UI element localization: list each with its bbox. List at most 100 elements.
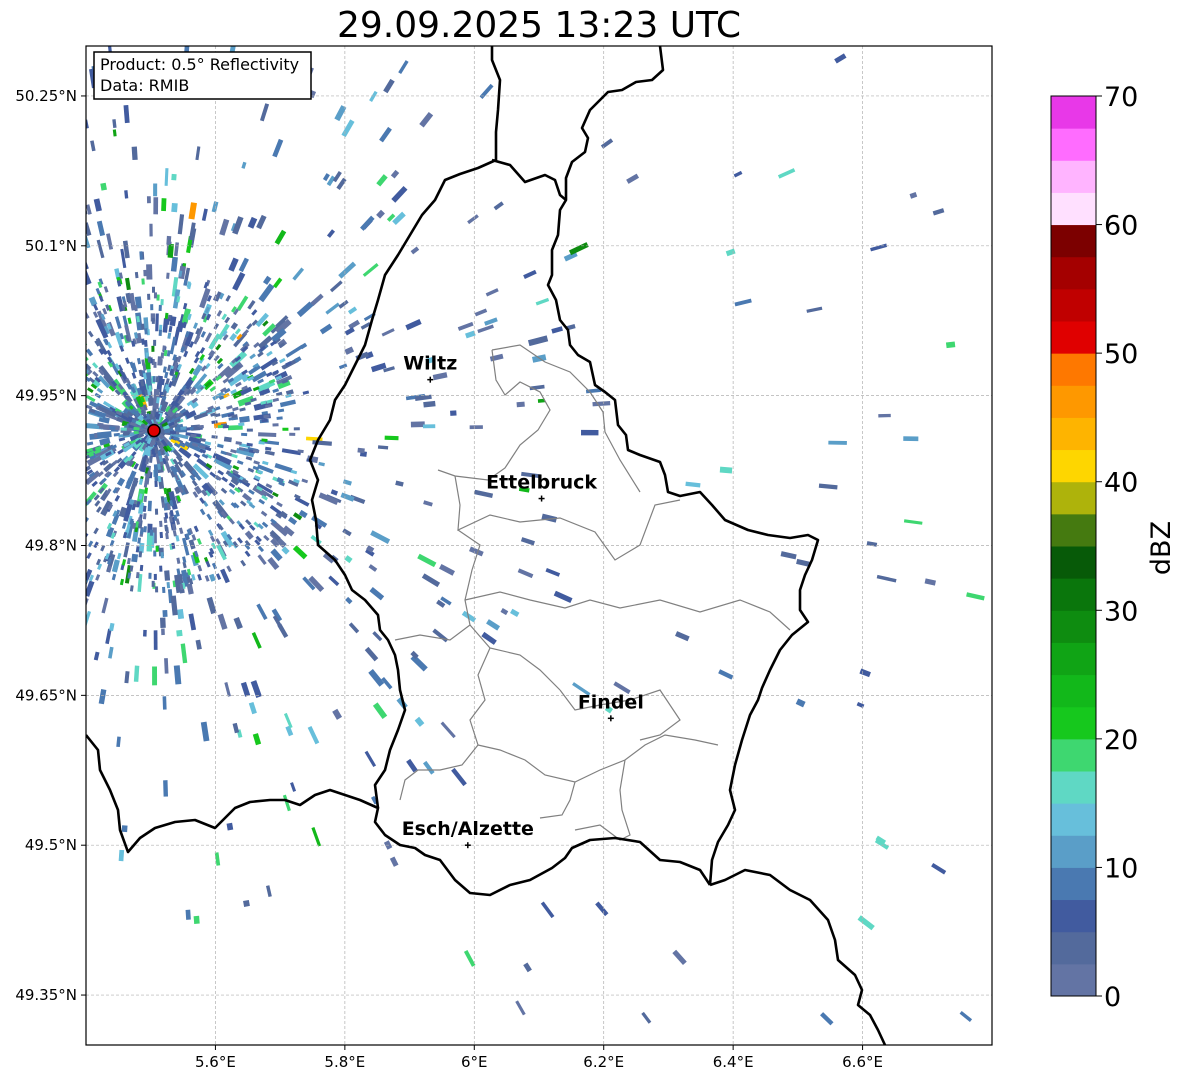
colorbar-segment <box>1051 160 1096 193</box>
echo-cell <box>17 410 23 414</box>
echo-cell <box>78 474 85 480</box>
echo-cell <box>77 354 83 360</box>
echo-cell <box>78 373 85 379</box>
echo-cell <box>410 421 425 428</box>
echo-cell <box>75 524 81 531</box>
echo-cell <box>159 617 166 628</box>
radar-site-marker[interactable] <box>147 423 161 438</box>
echo-cell <box>11 459 18 463</box>
echo-cell <box>171 173 177 181</box>
echo-cell <box>44 350 51 356</box>
echo-cell <box>52 454 59 458</box>
echo-cell <box>72 429 78 432</box>
echo-cell <box>166 581 171 589</box>
echo-cell <box>147 500 152 512</box>
echo-cell <box>38 494 45 500</box>
colorbar-tick-label: 40 <box>1104 468 1138 499</box>
echo-cell <box>146 196 151 204</box>
lon-tick-label: 5.6°E <box>195 1053 236 1071</box>
echo-cell <box>65 506 71 512</box>
echo-cell <box>158 304 162 312</box>
echo-cell <box>71 403 85 412</box>
echo-cell <box>222 425 229 429</box>
echo-cell <box>160 299 164 306</box>
echo-cell <box>258 432 277 438</box>
echo-cell <box>223 436 232 443</box>
echo-cell <box>450 410 457 416</box>
echo-cell <box>226 822 234 831</box>
data-source-label: Data: RMIB <box>100 76 189 95</box>
lon-tick-label: 6.4°E <box>713 1053 754 1071</box>
echo-cell <box>58 318 64 325</box>
echo-cell <box>66 557 72 564</box>
echo-cell <box>58 486 65 492</box>
echo-cell <box>243 30 250 45</box>
echo-cell <box>79 481 86 487</box>
echo-cell <box>152 376 156 383</box>
echo-cell <box>12 414 18 418</box>
echo-cell <box>169 430 177 435</box>
colorbar-tick-label: 60 <box>1104 211 1138 242</box>
echo-cell <box>17 381 24 386</box>
colorbar-segment <box>1051 417 1096 451</box>
echo-cell <box>180 426 187 430</box>
echo-cell <box>142 513 147 520</box>
colorbar-segment <box>1051 610 1096 643</box>
echo-cell <box>79 359 85 365</box>
echo-cell <box>6 423 12 426</box>
echo-cell <box>1 373 8 378</box>
echo-cell <box>48 459 55 464</box>
colorbar-segment <box>1051 931 1096 965</box>
echo-cell <box>8 459 14 463</box>
echo-cell <box>18 454 24 458</box>
echo-cell <box>0 462 7 466</box>
echo-cell <box>39 496 46 502</box>
echo-cell <box>158 329 163 336</box>
echo-cell <box>64 351 70 357</box>
echo-cell <box>57 437 63 441</box>
echo-cell <box>45 450 51 454</box>
echo-cell <box>8 485 15 490</box>
colorbar-segment <box>1051 128 1096 161</box>
echo-cell <box>68 497 75 503</box>
echo-cell <box>55 304 61 311</box>
echo-cell <box>62 309 68 316</box>
echo-cell <box>27 485 34 490</box>
echo-cell <box>719 466 733 474</box>
echo-cell <box>43 321 49 327</box>
echo-cell <box>59 519 65 525</box>
echo-cell <box>67 363 86 380</box>
echo-cell <box>51 492 58 498</box>
echo-cell <box>143 526 147 533</box>
echo-cell <box>47 326 53 332</box>
echo-cell <box>469 425 483 430</box>
echo-cell <box>21 491 28 496</box>
echo-cell <box>40 346 47 352</box>
echo-cell <box>161 628 165 636</box>
city-label: Findel <box>578 691 644 713</box>
colorbar-segment <box>1051 963 1096 997</box>
colorbar-segment <box>1051 481 1096 515</box>
echo-cell <box>70 330 76 337</box>
echo-cell <box>121 825 128 833</box>
echo-cell <box>151 317 155 324</box>
map-plot-area[interactable]: Wiltz Ettelbruck Findel Esch/Alzette <box>0 30 992 1045</box>
lat-tick-label: 50.25°N <box>15 87 77 105</box>
echo-cell <box>146 264 153 280</box>
echo-cell <box>162 586 166 594</box>
colorbar-tick-label: 10 <box>1104 853 1138 884</box>
echo-cell <box>75 515 81 522</box>
echo-cell <box>65 357 72 363</box>
echo-cell <box>152 666 158 686</box>
colorbar-segment <box>1051 835 1096 868</box>
colorbar-segment <box>1051 867 1096 901</box>
echo-cell <box>36 427 42 430</box>
echo-cell <box>148 572 152 579</box>
echo-cell <box>516 401 525 408</box>
echo-cell <box>78 524 84 531</box>
lon-tick-label: 6°E <box>461 1053 488 1071</box>
colorbar-segment <box>1051 192 1096 226</box>
echo-cell <box>37 411 43 415</box>
echo-cell <box>72 498 78 504</box>
echo-cell <box>945 341 956 349</box>
